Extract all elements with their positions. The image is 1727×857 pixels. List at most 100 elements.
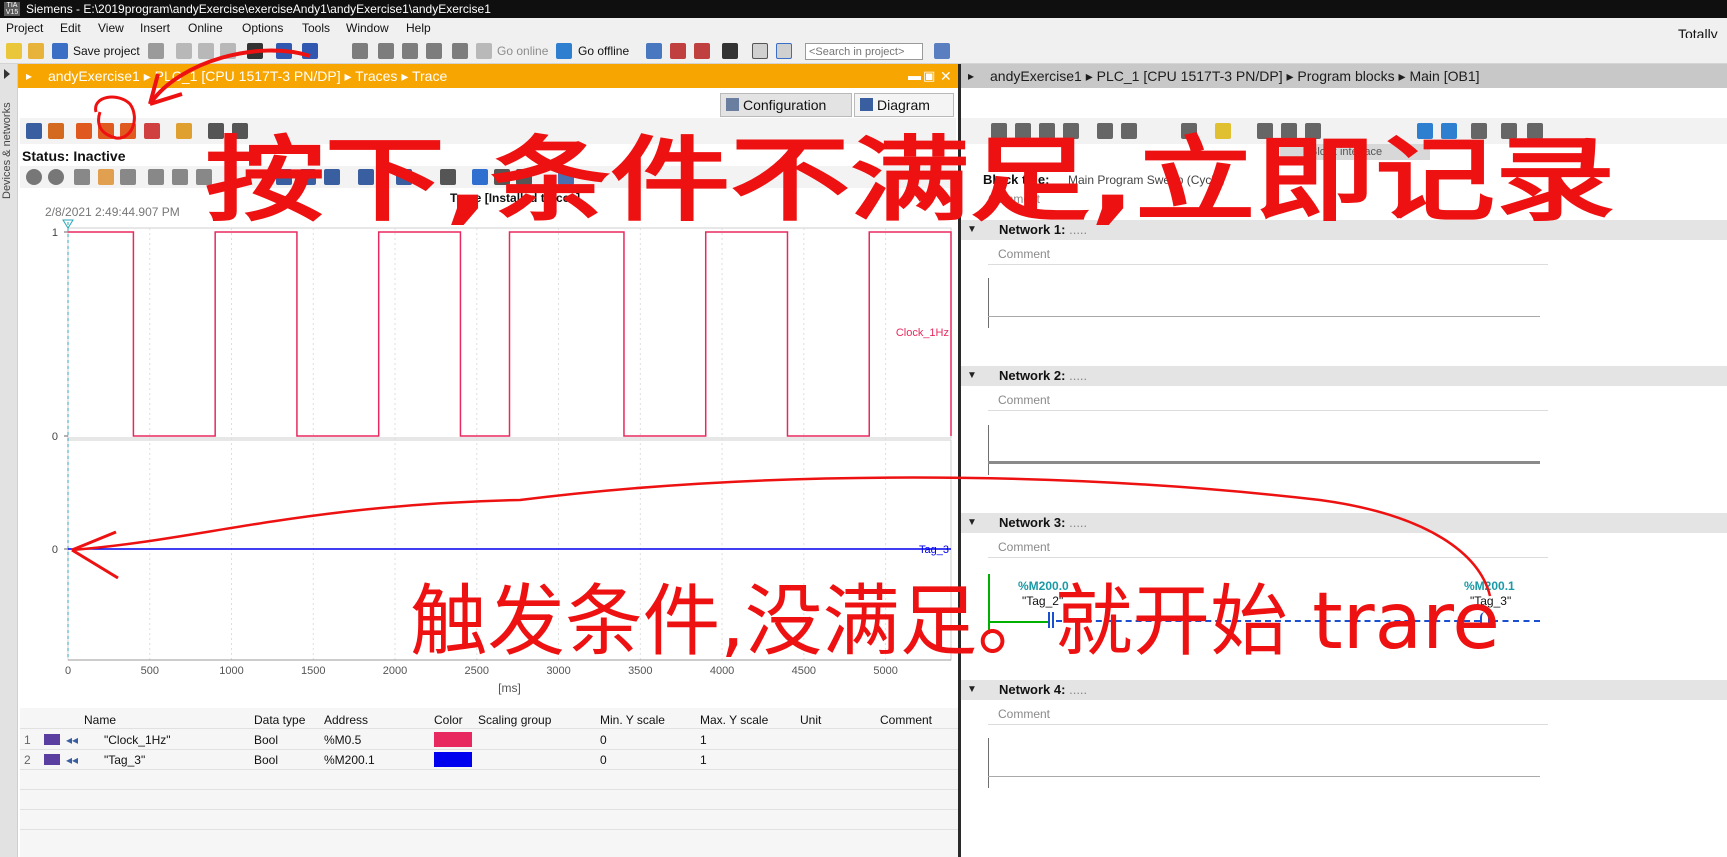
x-tick-label: 4500 — [792, 665, 816, 677]
block-title-value[interactable]: Main Program Sweep (Cycle) — [1068, 173, 1225, 187]
y-tick-label: 0 — [52, 544, 58, 556]
rung-line — [988, 316, 1540, 317]
collapse-icon[interactable]: ▼ — [967, 680, 977, 700]
row-divider — [20, 809, 958, 810]
x-tick-label: 2000 — [383, 665, 407, 677]
signal-color-swatch[interactable] — [434, 752, 472, 767]
col-color[interactable]: Color — [434, 712, 463, 728]
next-error-icon[interactable] — [1281, 123, 1297, 139]
network-3-label: Network 3: — [999, 515, 1066, 530]
update-calls-icon[interactable] — [1305, 123, 1321, 139]
row-divider — [20, 789, 958, 790]
coil-address[interactable]: %M200.1 — [1464, 579, 1515, 593]
plot-area-tag3[interactable] — [67, 439, 952, 661]
close-all-networks-icon[interactable] — [1121, 123, 1137, 139]
network-3-title[interactable]: ..... — [1069, 515, 1087, 530]
x-tick-label: 3000 — [546, 665, 570, 677]
network-3-comment[interactable]: Comment — [988, 536, 1548, 558]
series-label: Tag_3 — [919, 544, 949, 556]
network-2-header[interactable]: ▼ Network 2: ..... — [961, 366, 1727, 386]
coil-tag[interactable]: "Tag_3" — [1470, 594, 1511, 608]
program-editor-title: ▸ andyExercise1 ▸ PLC_1 [CPU 1517T-3 PN/… — [960, 64, 1727, 88]
network-1-title[interactable]: ..... — [1069, 222, 1087, 237]
x-tick-label: 1500 — [301, 665, 325, 677]
x-tick-label: 2500 — [465, 665, 489, 677]
network-2-title[interactable]: ..... — [1069, 368, 1087, 383]
signal-max-y: 1 — [700, 753, 707, 767]
contact-address[interactable]: %M200.0 — [1018, 579, 1069, 593]
breadcrumb-arrow-icon[interactable]: ▸ — [968, 64, 974, 88]
previous-error-icon[interactable] — [1257, 123, 1273, 139]
signal-address: %M200.1 — [324, 753, 375, 767]
signal-color-swatch[interactable] — [434, 732, 472, 747]
collapse-icon[interactable]: ▼ — [967, 513, 977, 533]
monitoring-on-off-icon[interactable] — [1417, 123, 1433, 139]
power-rail — [988, 278, 989, 328]
signal-enable-icon[interactable]: ◂◂ — [66, 731, 78, 749]
network-2-comment[interactable]: Comment — [988, 389, 1548, 411]
col-min-y[interactable]: Min. Y scale — [600, 712, 665, 728]
col-scaling-group[interactable]: Scaling group — [478, 712, 551, 728]
signal-name[interactable]: "Clock_1Hz" — [104, 731, 171, 749]
absolute-operands-icon[interactable] — [1181, 123, 1197, 139]
program-editor — [961, 88, 1727, 857]
rung-line — [988, 461, 1540, 464]
x-tick-label: 5000 — [873, 665, 897, 677]
row-number: 1 — [24, 733, 31, 747]
series-label: Clock_1Hz — [896, 327, 949, 339]
col-comment[interactable]: Comment — [880, 712, 932, 728]
network-1-comment[interactable]: Comment — [988, 243, 1548, 265]
x-axis-label: [ms] — [498, 681, 521, 695]
col-data-type[interactable]: Data type — [254, 712, 305, 728]
network-3-header[interactable]: ▼ Network 3: ..... — [961, 513, 1727, 533]
rung-energized — [990, 621, 1050, 623]
col-unit[interactable]: Unit — [800, 712, 821, 728]
x-tick-label: 500 — [141, 665, 159, 677]
signal-min-y: 0 — [600, 733, 607, 747]
power-rail — [988, 425, 989, 475]
glasses-icon[interactable] — [1501, 123, 1517, 139]
trace-chart[interactable]: 0 500 1000 1500 2000 2500 3000 3500 4000 4500 5000… — [0, 0, 958, 708]
coil-symbol[interactable] — [1480, 612, 1490, 628]
network-1-header[interactable]: ▼ Network 1: ..... — [961, 220, 1727, 240]
database-icon[interactable] — [1527, 123, 1543, 139]
modify-icon[interactable] — [1441, 123, 1457, 139]
add-row-icon[interactable] — [1063, 123, 1079, 139]
signal-icon — [44, 734, 60, 745]
delete-network-icon[interactable] — [1015, 123, 1031, 139]
signal-icon — [44, 754, 60, 765]
row-divider — [20, 769, 958, 770]
x-tick-label: 0 — [65, 665, 71, 677]
block-title-label: Block title: — [983, 172, 1050, 187]
contact-tag[interactable]: "Tag_2" — [1022, 594, 1063, 608]
collapse-icon[interactable]: ▼ — [967, 220, 977, 240]
col-name[interactable]: Name — [84, 712, 116, 728]
x-tick-label: 4000 — [710, 665, 734, 677]
open-all-networks-icon[interactable] — [1097, 123, 1113, 139]
signal-enable-icon[interactable]: ◂◂ — [66, 751, 78, 769]
x-tick-label: 1000 — [219, 665, 243, 677]
zoom-icon[interactable] — [1471, 123, 1487, 139]
contact-symbol[interactable] — [1048, 612, 1054, 628]
col-address[interactable]: Address — [324, 712, 368, 728]
col-max-y[interactable]: Max. Y scale — [700, 712, 768, 728]
signal-data-type: Bool — [254, 733, 279, 747]
block-interface-bar[interactable]: Block interface — [1280, 144, 1430, 160]
header-divider — [20, 728, 958, 729]
row-number: 2 — [24, 753, 31, 767]
network-4-label: Network 4: — [999, 682, 1066, 697]
ladder-toolbar — [961, 118, 1727, 144]
signal-name[interactable]: "Tag_3" — [104, 751, 145, 769]
block-comment[interactable]: Comment — [988, 192, 1040, 206]
network-4-title[interactable]: ..... — [1069, 682, 1087, 697]
row-divider — [20, 749, 958, 750]
signal-data-type: Bool — [254, 753, 279, 767]
network-4-header[interactable]: ▼ Network 4: ..... — [961, 680, 1727, 700]
row-divider — [20, 829, 958, 830]
signal-max-y: 1 — [700, 733, 707, 747]
insert-network-icon[interactable] — [991, 123, 1007, 139]
insert-row-icon[interactable] — [1039, 123, 1055, 139]
collapse-icon[interactable]: ▼ — [967, 366, 977, 386]
favorites-icon[interactable] — [1215, 123, 1231, 139]
network-4-comment[interactable]: Comment — [988, 703, 1548, 725]
